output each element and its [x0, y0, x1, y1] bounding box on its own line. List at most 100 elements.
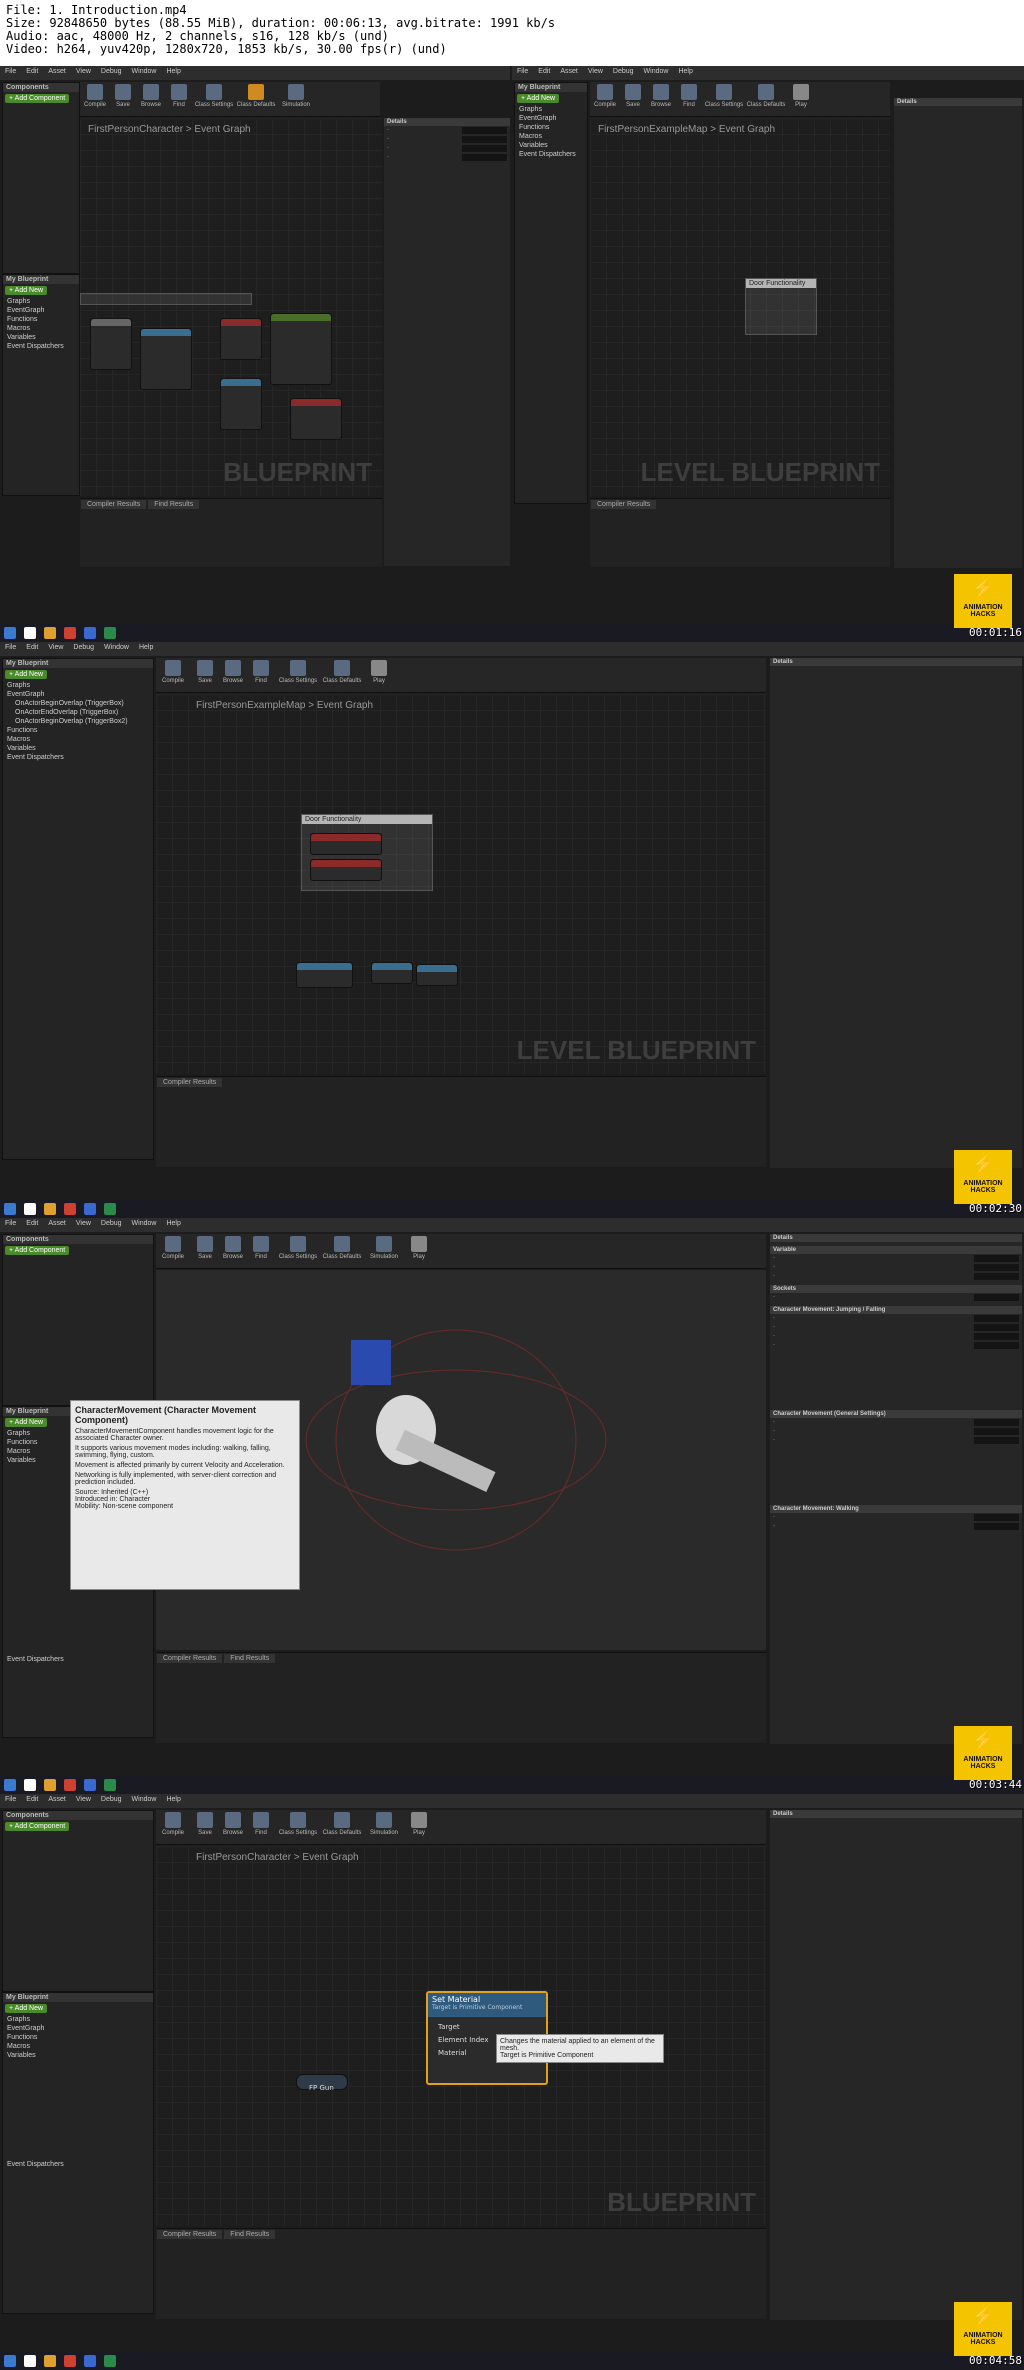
find-results-tab[interactable]: Find Results	[224, 2230, 276, 2239]
add-component-button[interactable]: + Add Component	[5, 94, 70, 103]
add-new-button[interactable]: + Add New	[5, 2004, 48, 2013]
find-button[interactable]: Find	[166, 84, 192, 114]
menu-file[interactable]: File	[0, 1218, 21, 1229]
menu-edit[interactable]: Edit	[21, 1794, 43, 1805]
menu-edit[interactable]: Edit	[21, 1218, 43, 1229]
blueprint-node[interactable]	[290, 398, 342, 440]
menu-help[interactable]: Help	[161, 66, 185, 77]
menu-help[interactable]: Help	[161, 1794, 185, 1805]
details-section[interactable]: Sockets	[770, 1285, 1022, 1293]
blueprint-node[interactable]	[270, 313, 332, 385]
menu-debug[interactable]: Debug	[96, 1218, 127, 1229]
compiler-results-tab[interactable]: Compiler Results	[157, 1654, 223, 1663]
browse-button[interactable]: Browse	[138, 84, 164, 114]
compiler-results-tab[interactable]: Compiler Results	[157, 2230, 223, 2239]
event-dispatchers-section[interactable]: Event Dispatchers	[515, 150, 587, 159]
find-button[interactable]: Find	[248, 660, 274, 690]
menu-view[interactable]: View	[43, 642, 68, 653]
save-button[interactable]: Save	[192, 1812, 218, 1842]
macros-section[interactable]: Macros	[3, 2042, 153, 2051]
compiler-results-tab[interactable]: Compiler Results	[591, 500, 657, 509]
menu-help[interactable]: Help	[134, 642, 158, 653]
variables-section[interactable]: Variables	[3, 333, 79, 342]
menu-file[interactable]: File	[512, 66, 533, 77]
simulation-button[interactable]: Simulation	[278, 84, 314, 114]
find-button[interactable]: Find	[248, 1812, 274, 1842]
functions-section[interactable]: Functions	[515, 123, 587, 132]
class-defaults-button[interactable]: Class Defaults	[322, 1812, 362, 1842]
menu-debug[interactable]: Debug	[96, 66, 127, 77]
blueprint-node[interactable]	[296, 962, 353, 988]
functions-section[interactable]: Functions	[3, 726, 153, 735]
event-graph-canvas[interactable]: FirstPersonCharacter > Event Graph FP Gu…	[156, 1846, 766, 2226]
class-defaults-button[interactable]: Class Defaults	[236, 84, 276, 114]
graphs-section[interactable]: Graphs	[3, 297, 79, 306]
graph-event-item[interactable]: OnActorEndOverlap (TriggerBox)	[3, 708, 153, 717]
macros-section[interactable]: Macros	[3, 324, 79, 333]
menu-asset[interactable]: Asset	[43, 66, 71, 77]
event-dispatchers-section[interactable]: Event Dispatchers	[3, 2160, 153, 2169]
details-section[interactable]: Character Movement (General Settings)	[770, 1410, 1022, 1418]
compile-button[interactable]: Compile	[82, 84, 108, 114]
class-settings-button[interactable]: Class Settings	[194, 84, 234, 114]
add-new-button[interactable]: + Add New	[5, 1418, 48, 1427]
blueprint-node[interactable]	[220, 378, 262, 430]
add-new-button[interactable]: + Add New	[5, 670, 48, 679]
menu-edit[interactable]: Edit	[533, 66, 555, 77]
compile-button[interactable]: Compile	[160, 660, 186, 690]
menu-view[interactable]: View	[71, 1218, 96, 1229]
add-component-button[interactable]: + Add Component	[5, 1822, 70, 1831]
menu-asset[interactable]: Asset	[555, 66, 583, 77]
play-button[interactable]: Play	[788, 84, 814, 114]
save-button[interactable]: Save	[620, 84, 646, 114]
play-button[interactable]: Play	[366, 660, 392, 690]
class-settings-button[interactable]: Class Settings	[278, 1812, 318, 1842]
target-pin[interactable]: Target	[438, 2021, 536, 2034]
variable-node[interactable]: FP Gun	[296, 2074, 348, 2092]
menu-view[interactable]: View	[71, 1794, 96, 1805]
compiler-results-tab[interactable]: Compiler Results	[81, 500, 147, 509]
play-button[interactable]: Play	[406, 1812, 432, 1842]
browse-button[interactable]: Browse	[220, 660, 246, 690]
save-button[interactable]: Save	[110, 84, 136, 114]
blueprint-node[interactable]	[310, 859, 382, 881]
details-section[interactable]: Character Movement: Jumping / Falling	[770, 1306, 1022, 1314]
graphs-section[interactable]: Graphs	[3, 2015, 153, 2024]
menu-window[interactable]: Window	[127, 66, 162, 77]
event-graph-canvas[interactable]: FirstPersonCharacter > Event Graph BLUEP…	[80, 118, 382, 496]
menu-window[interactable]: Window	[127, 1218, 162, 1229]
menu-file[interactable]: File	[0, 66, 21, 77]
event-dispatchers-section[interactable]: Event Dispatchers	[3, 1655, 153, 1664]
compile-button[interactable]: Compile	[160, 1812, 186, 1842]
find-button[interactable]: Find	[676, 84, 702, 114]
find-results-tab[interactable]: Find Results	[148, 500, 200, 509]
event-graph-item[interactable]: EventGraph	[3, 2024, 153, 2033]
blueprint-node[interactable]	[90, 318, 132, 370]
menu-asset[interactable]: Asset	[43, 1218, 71, 1229]
menu-edit[interactable]: Edit	[21, 642, 43, 653]
blueprint-node[interactable]	[416, 964, 458, 986]
functions-section[interactable]: Functions	[3, 315, 79, 324]
macros-section[interactable]: Macros	[3, 735, 153, 744]
menu-view[interactable]: View	[71, 66, 96, 77]
find-button[interactable]: Find	[248, 1236, 274, 1266]
blueprint-node[interactable]	[310, 833, 382, 855]
browse-button[interactable]: Browse	[648, 84, 674, 114]
class-defaults-button[interactable]: Class Defaults	[746, 84, 786, 114]
variables-section[interactable]: Variables	[515, 141, 587, 150]
event-dispatchers-section[interactable]: Event Dispatchers	[3, 753, 153, 762]
class-settings-button[interactable]: Class Settings	[278, 660, 318, 690]
menu-help[interactable]: Help	[161, 1218, 185, 1229]
menu-window[interactable]: Window	[639, 66, 674, 77]
macros-section[interactable]: Macros	[515, 132, 587, 141]
class-settings-button[interactable]: Class Settings	[278, 1236, 318, 1266]
menu-debug[interactable]: Debug	[608, 66, 639, 77]
menu-debug[interactable]: Debug	[96, 1794, 127, 1805]
simulation-button[interactable]: Simulation	[366, 1236, 402, 1266]
blueprint-node[interactable]	[371, 962, 413, 984]
functions-section[interactable]: Functions	[3, 2033, 153, 2042]
save-button[interactable]: Save	[192, 660, 218, 690]
graph-event-item[interactable]: OnActorBeginOverlap (TriggerBox)	[3, 699, 153, 708]
event-dispatchers-section[interactable]: Event Dispatchers	[3, 342, 79, 351]
details-section[interactable]: Variable	[770, 1246, 1022, 1254]
